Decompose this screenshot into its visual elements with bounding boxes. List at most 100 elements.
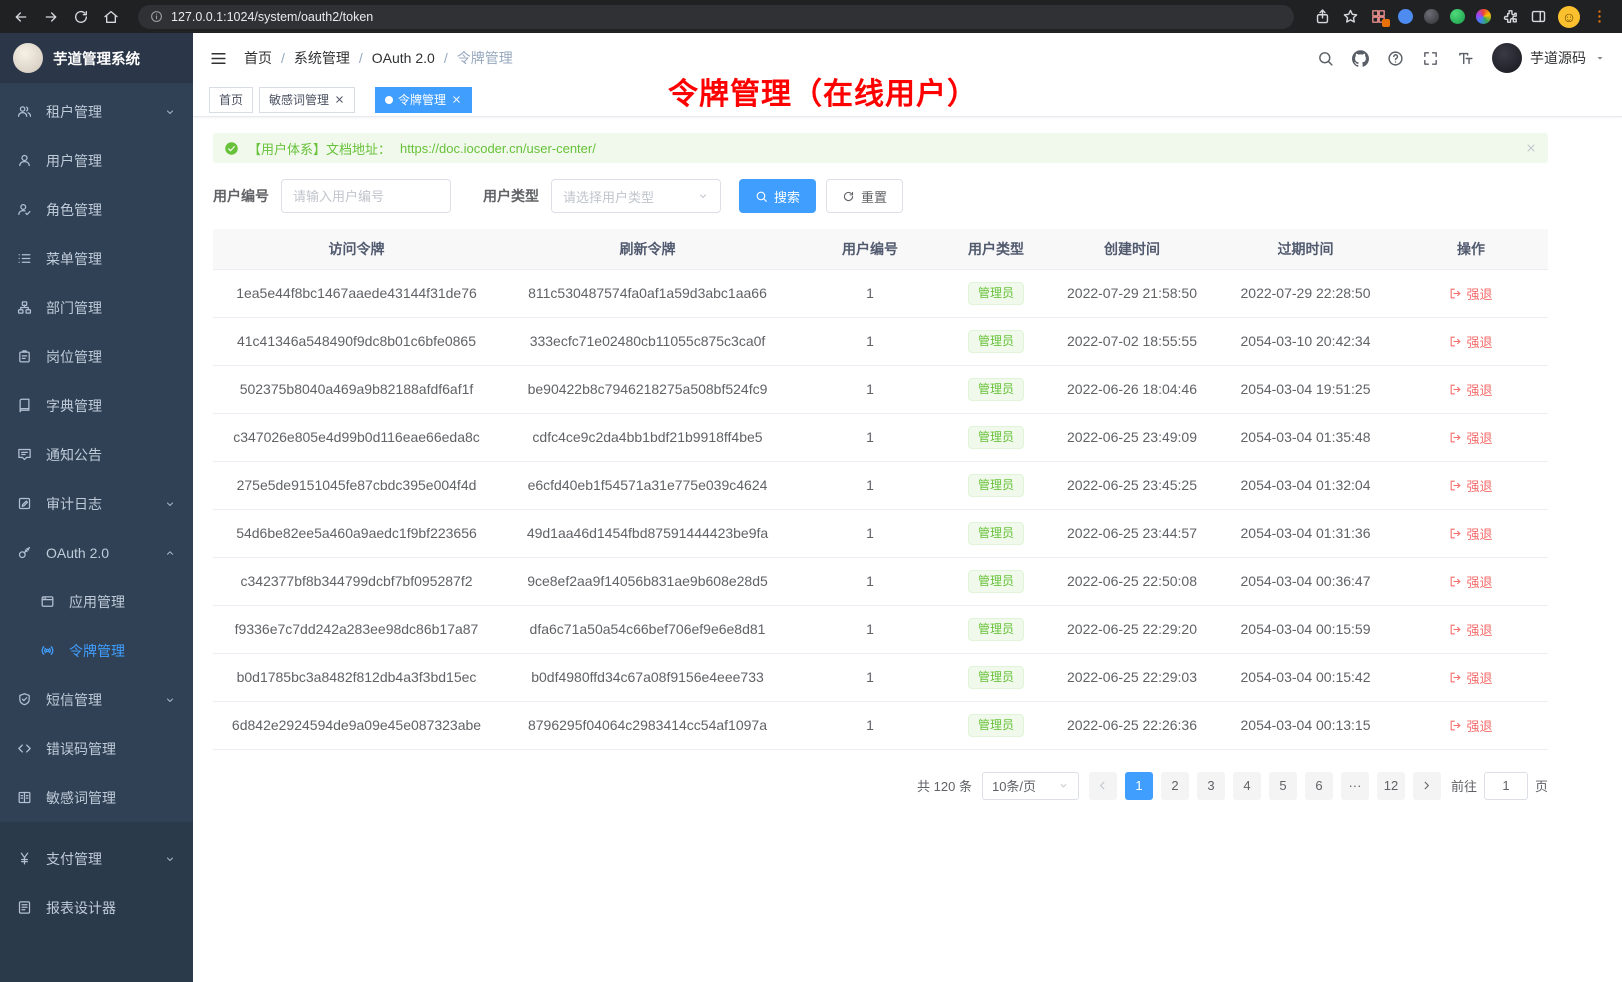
sidebar-item-menu[interactable]: 菜单管理 <box>0 234 193 283</box>
browser-menu-icon[interactable] <box>1591 8 1608 25</box>
tab-close-icon[interactable] <box>334 94 345 105</box>
force-logout-button[interactable]: 强退 <box>1449 620 1492 639</box>
access-token-cell: 275e5de9151045fe87cbdc395e004f4d <box>213 461 500 509</box>
breadcrumb-separator: / <box>444 50 448 66</box>
page-button-2[interactable]: 2 <box>1161 772 1189 800</box>
sidebar-item-label: 错误码管理 <box>46 739 116 759</box>
sidebar-item-dept[interactable]: 部门管理 <box>0 283 193 332</box>
browser-back-button[interactable] <box>8 4 34 30</box>
sidebar-item-role[interactable]: 角色管理 <box>0 185 193 234</box>
sidebar-item-dict[interactable]: 字典管理 <box>0 381 193 430</box>
sidebar-item-post[interactable]: 岗位管理 <box>0 332 193 381</box>
actions-cell: 强退 <box>1394 269 1548 317</box>
user-type-badge: 管理员 <box>968 378 1024 401</box>
user-id-input[interactable] <box>281 179 451 213</box>
font-size-icon[interactable] <box>1457 50 1474 67</box>
breadcrumb-item[interactable]: 首页 <box>244 48 272 68</box>
goto-page-input[interactable] <box>1484 772 1528 800</box>
page-button-3[interactable]: 3 <box>1197 772 1225 800</box>
page-button-1[interactable]: 1 <box>1125 772 1153 800</box>
tab-token[interactable]: 令牌管理 <box>375 87 472 113</box>
browser-forward-button[interactable] <box>38 4 64 30</box>
dark-extension-icon[interactable] <box>1424 9 1439 24</box>
browser-profile-avatar[interactable]: ☺ <box>1558 6 1580 28</box>
puzzle-extensions-icon[interactable] <box>1502 8 1519 25</box>
force-logout-button[interactable]: 强退 <box>1449 380 1492 399</box>
sidebar-item-report-designer[interactable]: 报表设计器 <box>0 883 193 932</box>
user-type-select[interactable]: 请选择用户类型 <box>551 179 721 213</box>
address-bar[interactable]: 127.0.0.1:1024/system/oauth2/token <box>138 5 1294 29</box>
page-buttons: 123456···12 <box>1125 772 1405 800</box>
pager-ellipsis[interactable]: ··· <box>1341 772 1369 800</box>
sidebar-menu-bottom: 支付管理报表设计器 <box>0 822 193 982</box>
blue-extension-icon[interactable] <box>1398 9 1413 24</box>
token-signal-icon <box>40 643 55 658</box>
force-logout-button[interactable]: 强退 <box>1449 668 1492 687</box>
hamburger-icon[interactable] <box>209 49 228 68</box>
fullscreen-icon[interactable] <box>1422 50 1439 67</box>
sidebar-item-oauth2-app[interactable]: 应用管理 <box>0 577 193 626</box>
sidebar-item-oauth2[interactable]: OAuth 2.0 <box>0 528 193 577</box>
chevron-down-icon <box>1058 780 1069 791</box>
sidebar-item-error-code[interactable]: 错误码管理 <box>0 724 193 773</box>
user-menu[interactable]: 芋道源码 <box>1492 43 1606 73</box>
user-type-badge: 管理员 <box>968 714 1024 737</box>
page-button-4[interactable]: 4 <box>1233 772 1261 800</box>
sidebar-item-notice[interactable]: 通知公告 <box>0 430 193 479</box>
alert-doc-link[interactable]: https://doc.iocoder.cn/user-center/ <box>400 141 596 156</box>
sidebar-item-oauth2-token[interactable]: 令牌管理 <box>0 626 193 675</box>
sidebar-item-sms[interactable]: 短信管理 <box>0 675 193 724</box>
help-icon[interactable] <box>1387 50 1404 67</box>
force-logout-button[interactable]: 强退 <box>1449 476 1492 495</box>
expire-time-cell: 2054-03-04 00:15:42 <box>1217 653 1394 701</box>
tab-label: 敏感词管理 <box>269 91 329 108</box>
search-button[interactable]: 搜索 <box>739 179 816 213</box>
sidebar-item-user[interactable]: 用户管理 <box>0 136 193 185</box>
app-logo[interactable]: 芋道管理系统 <box>0 33 193 83</box>
share-icon[interactable] <box>1314 8 1331 25</box>
page-button-12[interactable]: 12 <box>1377 772 1405 800</box>
info-icon <box>150 10 163 23</box>
tab-label: 令牌管理 <box>398 91 446 108</box>
page-size-select[interactable]: 10条/页 <box>982 772 1079 800</box>
side-panel-icon[interactable] <box>1530 8 1547 25</box>
green-extension-icon[interactable] <box>1450 9 1465 24</box>
sidebar-item-label: OAuth 2.0 <box>46 545 109 561</box>
tab-sensitive-word[interactable]: 敏感词管理 <box>259 87 355 113</box>
page-button-6[interactable]: 6 <box>1305 772 1333 800</box>
alert-close-icon[interactable] <box>1525 142 1537 154</box>
search-icon[interactable] <box>1317 50 1334 67</box>
page-button-5[interactable]: 5 <box>1269 772 1297 800</box>
user-id-cell: 1 <box>795 365 945 413</box>
access-token-cell: 6d842e2924594de9a09e45e087323abe <box>213 701 500 749</box>
reset-button[interactable]: 重置 <box>826 179 903 213</box>
breadcrumb-item[interactable]: 系统管理 <box>294 48 350 68</box>
tab-close-icon[interactable] <box>451 94 462 105</box>
sidebar-item-sensitive-word[interactable]: 敏感词管理 <box>0 773 193 822</box>
annotation-text: 令牌管理（在线用户） <box>668 69 978 113</box>
extension-grid-icon[interactable] <box>1370 8 1387 25</box>
force-logout-button[interactable]: 强退 <box>1449 428 1492 447</box>
force-logout-button[interactable]: 强退 <box>1449 716 1492 735</box>
sidebar-item-payment[interactable]: 支付管理 <box>0 834 193 883</box>
github-icon[interactable] <box>1352 50 1369 67</box>
force-logout-button[interactable]: 强退 <box>1449 524 1492 543</box>
next-page-button[interactable] <box>1413 772 1441 800</box>
prev-page-button[interactable] <box>1089 772 1117 800</box>
user-id-cell: 1 <box>795 557 945 605</box>
colorful-extension-icon[interactable] <box>1476 9 1491 24</box>
expire-time-cell: 2054-03-04 01:32:04 <box>1217 461 1394 509</box>
bookmark-star-icon[interactable] <box>1342 8 1359 25</box>
audit-log-icon <box>17 496 32 511</box>
tab-home[interactable]: 首页 <box>209 87 253 113</box>
created-time-cell: 2022-06-25 23:49:09 <box>1047 413 1217 461</box>
app-title: 芋道管理系统 <box>53 48 140 69</box>
browser-reload-button[interactable] <box>68 4 94 30</box>
sidebar-item-audit-log[interactable]: 审计日志 <box>0 479 193 528</box>
force-logout-button[interactable]: 强退 <box>1449 572 1492 591</box>
browser-home-button[interactable] <box>98 4 124 30</box>
breadcrumb-item[interactable]: OAuth 2.0 <box>372 50 435 66</box>
sidebar-item-tenant[interactable]: 租户管理 <box>0 87 193 136</box>
force-logout-button[interactable]: 强退 <box>1449 332 1492 351</box>
force-logout-button[interactable]: 强退 <box>1449 284 1492 303</box>
